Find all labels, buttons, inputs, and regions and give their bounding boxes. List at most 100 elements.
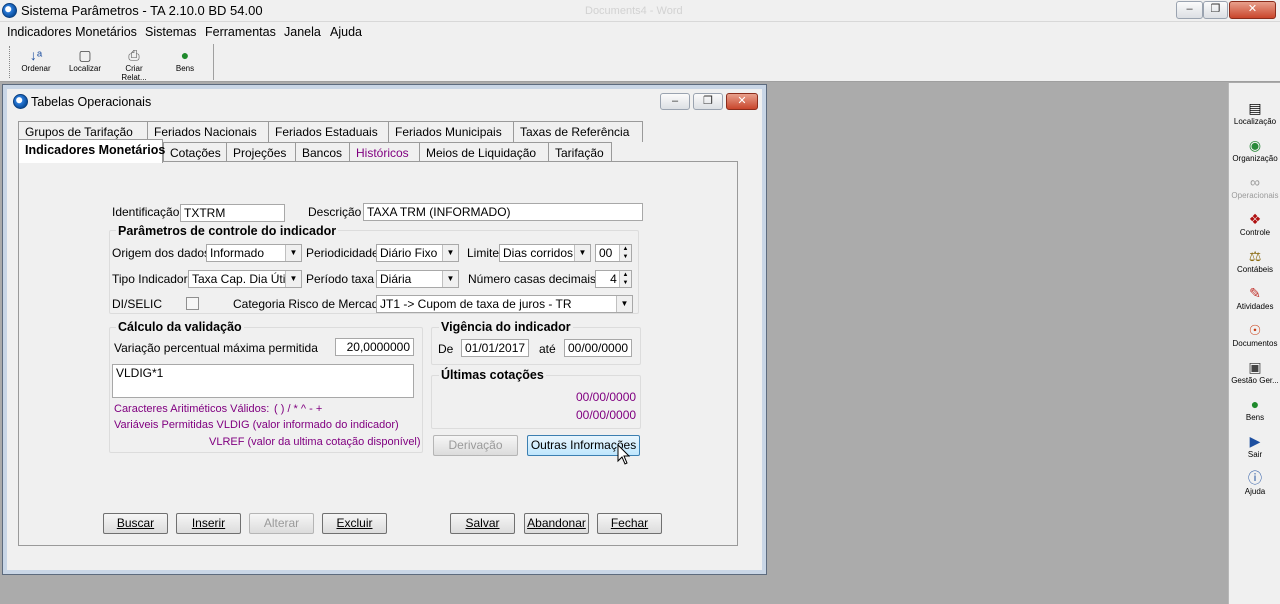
toolbar: ↓ᵃ Ordenar ▢ Localizar ⎙ Criar Relat... …: [0, 42, 1280, 82]
salvar-button[interactable]: Salvar: [450, 513, 515, 534]
toolbar-grip: [9, 46, 11, 78]
toolbar-criar-relat-button[interactable]: ⎙ Criar Relat...: [112, 46, 156, 82]
spinner-arrows-icon[interactable]: ▲ ▼: [619, 271, 631, 287]
identificacao-label: Identificação: [112, 205, 180, 219]
chevron-down-icon[interactable]: ▼: [285, 245, 301, 261]
tab-feriados-estaduais[interactable]: Feriados Estaduais: [268, 121, 389, 142]
tab-feriados-municipais[interactable]: Feriados Municipais: [388, 121, 514, 142]
periodo-select[interactable]: Diária ▼: [376, 270, 459, 288]
nav-sair-label: Sair: [1247, 450, 1263, 459]
limite-select[interactable]: Dias corridos ▼: [499, 244, 591, 262]
sort-az-icon: ↓ᵃ: [29, 47, 43, 63]
origem-value: Informado: [210, 246, 265, 260]
spinner-arrows-icon[interactable]: ▲ ▼: [619, 245, 631, 261]
tipo-select[interactable]: Taxa Cap. Dia Útil ▼: [188, 270, 302, 288]
excluir-button[interactable]: Excluir: [322, 513, 387, 534]
nav-documentos-label: Documentos: [1232, 339, 1278, 348]
derivacao-button[interactable]: Derivação: [433, 435, 518, 456]
nav-localizacao-label: Localização: [1233, 117, 1277, 126]
chevron-down-icon[interactable]: ▼: [285, 271, 301, 287]
tab-indicadores-monetarios[interactable]: Indicadores Monetários: [18, 139, 165, 163]
nav-organizacao[interactable]: ◉ Organização: [1229, 136, 1280, 163]
limite-spinner[interactable]: 00 ▲ ▼: [595, 244, 632, 262]
variacao-label: Variação percentual máxima permitida: [114, 341, 318, 355]
tab-bancos[interactable]: Bancos: [295, 142, 350, 163]
tab-meios-liquidacao[interactable]: Meios de Liquidação: [419, 142, 549, 163]
fechar-button[interactable]: Fechar: [597, 513, 662, 534]
identificacao-input[interactable]: TXTRM: [180, 204, 285, 222]
vigencia-ate-input[interactable]: 00/00/0000: [564, 339, 632, 357]
control-icon: ❖: [1248, 211, 1262, 227]
app-icon: [2, 3, 17, 18]
menu-ferramentas[interactable]: Ferramentas: [205, 25, 276, 39]
descricao-input[interactable]: TAXA TRM (INFORMADO): [363, 203, 643, 221]
menu-ajuda[interactable]: Ajuda: [330, 25, 362, 39]
window-maximize-button[interactable]: ❐: [693, 93, 723, 110]
vigencia-de-input[interactable]: 01/01/2017: [461, 339, 529, 357]
menu-bar: Indicadores Monetários Sistemas Ferramen…: [0, 22, 1280, 42]
chevron-down-icon[interactable]: ▼: [442, 245, 458, 261]
menu-janela[interactable]: Janela: [284, 25, 321, 39]
nav-localizacao[interactable]: ▤ Localização: [1229, 99, 1280, 126]
tipo-label: Tipo Indicador: [112, 272, 188, 286]
nav-sair[interactable]: ▶ Sair: [1229, 432, 1280, 459]
window-minimize-button[interactable]: –: [660, 93, 690, 110]
toolbar-criar-relat-label: Criar Relat...: [121, 64, 147, 82]
close-button[interactable]: ✕: [1229, 1, 1276, 19]
toolbar-bens-button[interactable]: ● Bens: [163, 46, 207, 73]
alterar-button[interactable]: Alterar: [249, 513, 314, 534]
nav-bens[interactable]: ● Bens: [1229, 395, 1280, 422]
app-title: Sistema Parâmetros - TA 2.10.0 BD 54.00: [21, 3, 263, 18]
nav-controle[interactable]: ❖ Controle: [1229, 210, 1280, 237]
chevron-down-icon[interactable]: ▼: [442, 271, 458, 287]
tab-feriados-nacionais[interactable]: Feriados Nacionais: [147, 121, 269, 142]
window-title: Tabelas Operacionais: [31, 95, 152, 109]
diselic-label: DI/SELIC: [112, 297, 163, 311]
vigencia-title: Vigência do indicador: [439, 320, 573, 334]
categoria-select[interactable]: JT1 -> Cupom de taxa de juros - TR ▼: [376, 295, 633, 313]
nav-ajuda[interactable]: ⓘ Ajuda: [1229, 469, 1280, 496]
diselic-checkbox[interactable]: [186, 297, 199, 310]
right-navigation-panel: ▤ Localização ◉ Organização ∞ Operacionais …: [1228, 83, 1280, 604]
nav-gestao-label: Gestão Ger...: [1231, 376, 1279, 385]
toolbar-localizar-button[interactable]: ▢ Localizar: [63, 46, 107, 73]
nav-contabeis[interactable]: ⚖ Contábeis: [1229, 247, 1280, 274]
chevron-down-icon[interactable]: ▼: [616, 296, 632, 312]
organization-icon: ◉: [1248, 137, 1262, 153]
variaveis-line1: Variáveis Permitidas VLDIG (valor inform…: [114, 419, 399, 431]
cotacao-2: 00/00/0000: [576, 408, 637, 422]
limite-label: Limite: [467, 246, 500, 260]
exit-icon: ▶: [1249, 433, 1261, 449]
tab-cotacoes[interactable]: Cotações: [163, 142, 227, 163]
nav-documentos[interactable]: ☉ Documentos: [1229, 321, 1280, 348]
nav-operacionais-label: Operacionais: [1231, 191, 1279, 200]
periodo-label: Período taxa: [306, 272, 375, 286]
variacao-input[interactable]: 20,0000000: [335, 338, 414, 356]
formula-textarea[interactable]: VLDIG*1: [112, 364, 414, 398]
tab-taxas-referencia[interactable]: Taxas de Referência: [513, 121, 643, 142]
chevron-down-icon[interactable]: ▼: [574, 245, 590, 261]
tab-projecoes[interactable]: Projeções: [226, 142, 296, 163]
toolbar-ordenar-label: Ordenar: [21, 64, 51, 73]
origem-label: Origem dos dados: [112, 246, 211, 260]
maximize-button[interactable]: ❐: [1203, 1, 1228, 19]
casas-spinner[interactable]: 4 ▲ ▼: [595, 270, 632, 288]
operational-icon: ∞: [1250, 174, 1260, 190]
tab-tarifacao[interactable]: Tarifação: [548, 142, 612, 163]
periodicidade-select[interactable]: Diário Fixo ▼: [376, 244, 459, 262]
limite-num-value: 00: [599, 246, 613, 260]
minimize-button[interactable]: –: [1176, 1, 1203, 19]
inserir-button[interactable]: Inserir: [176, 513, 241, 534]
toolbar-ordenar-button[interactable]: ↓ᵃ Ordenar: [14, 46, 58, 73]
window-close-button[interactable]: ✕: [726, 93, 758, 110]
menu-indicadores[interactable]: Indicadores Monetários: [7, 25, 137, 39]
buscar-button[interactable]: Buscar: [103, 513, 168, 534]
casas-label: Número casas decimais: [468, 272, 597, 286]
tab-historicos[interactable]: Históricos: [349, 142, 420, 163]
nav-gestao[interactable]: ▣ Gestão Ger...: [1229, 358, 1280, 385]
origem-select[interactable]: Informado ▼: [206, 244, 302, 262]
periodicidade-value: Diário Fixo: [380, 246, 438, 260]
nav-atividades[interactable]: ✎ Atividades: [1229, 284, 1280, 311]
abandonar-button[interactable]: Abandonar: [524, 513, 589, 534]
menu-sistemas[interactable]: Sistemas: [145, 25, 196, 39]
